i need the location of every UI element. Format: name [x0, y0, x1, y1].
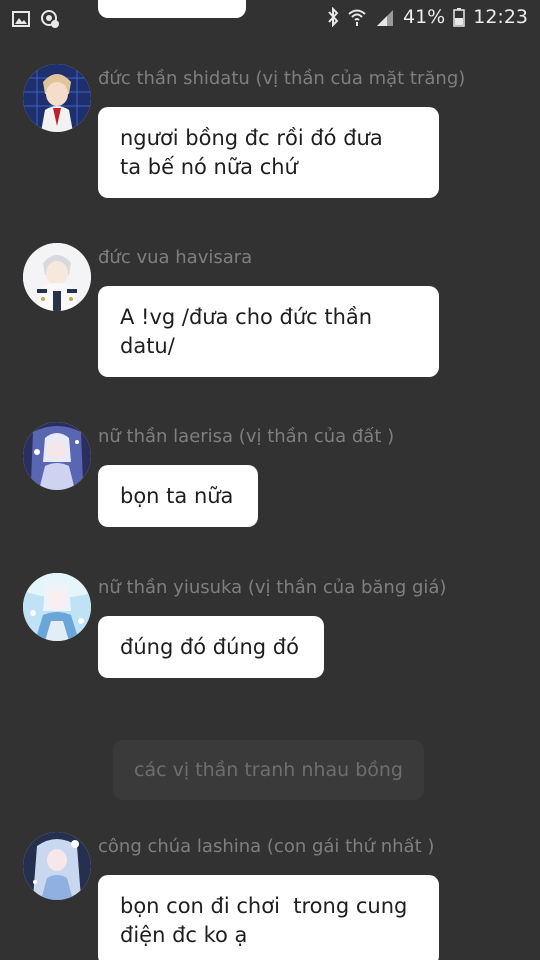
message-bubble[interactable]: A !vg /đưa cho đức thần datu/: [98, 286, 439, 377]
avatar[interactable]: [23, 64, 91, 132]
system-note: các vị thần tranh nhau bồng: [113, 740, 424, 800]
bluetooth-icon: [327, 7, 339, 27]
status-bar: 41% 12:23: [0, 0, 540, 36]
sender-name: công chúa lashina (con gái thứ nhất ): [98, 836, 435, 857]
clock: 12:23: [473, 6, 528, 28]
battery-percent: 41%: [403, 6, 446, 28]
sender-name: đức vua havisara: [98, 247, 253, 268]
chat-screen: 41% 12:23 đức thần shidatu (vị thần của …: [0, 0, 540, 960]
battery-icon: [453, 7, 465, 27]
avatar[interactable]: [23, 573, 91, 641]
wifi-icon: [347, 7, 367, 27]
message-bubble[interactable]: bọn con đi chơi trong cung điện đc ko ạ: [98, 875, 439, 960]
vpn-icon: [40, 9, 60, 29]
signal-icon: [375, 7, 395, 27]
sender-name: nữ thần yiusuka (vị thần của băng giá): [98, 577, 447, 598]
sender-name: nữ thần laerisa (vị thần của đất ): [98, 426, 395, 447]
sender-name: đức thần shidatu (vị thần của mặt trăng): [98, 68, 466, 89]
gallery-icon: [12, 11, 30, 27]
avatar[interactable]: [23, 243, 91, 311]
message-bubble[interactable]: ngươi bồng đc rồi đó đưa ta bế nó nữa ch…: [98, 107, 439, 198]
message-bubble[interactable]: đúng đó đúng đó: [98, 616, 324, 678]
avatar[interactable]: [23, 422, 91, 490]
message-bubble[interactable]: bọn ta nữa: [98, 465, 258, 527]
avatar[interactable]: [23, 832, 91, 900]
